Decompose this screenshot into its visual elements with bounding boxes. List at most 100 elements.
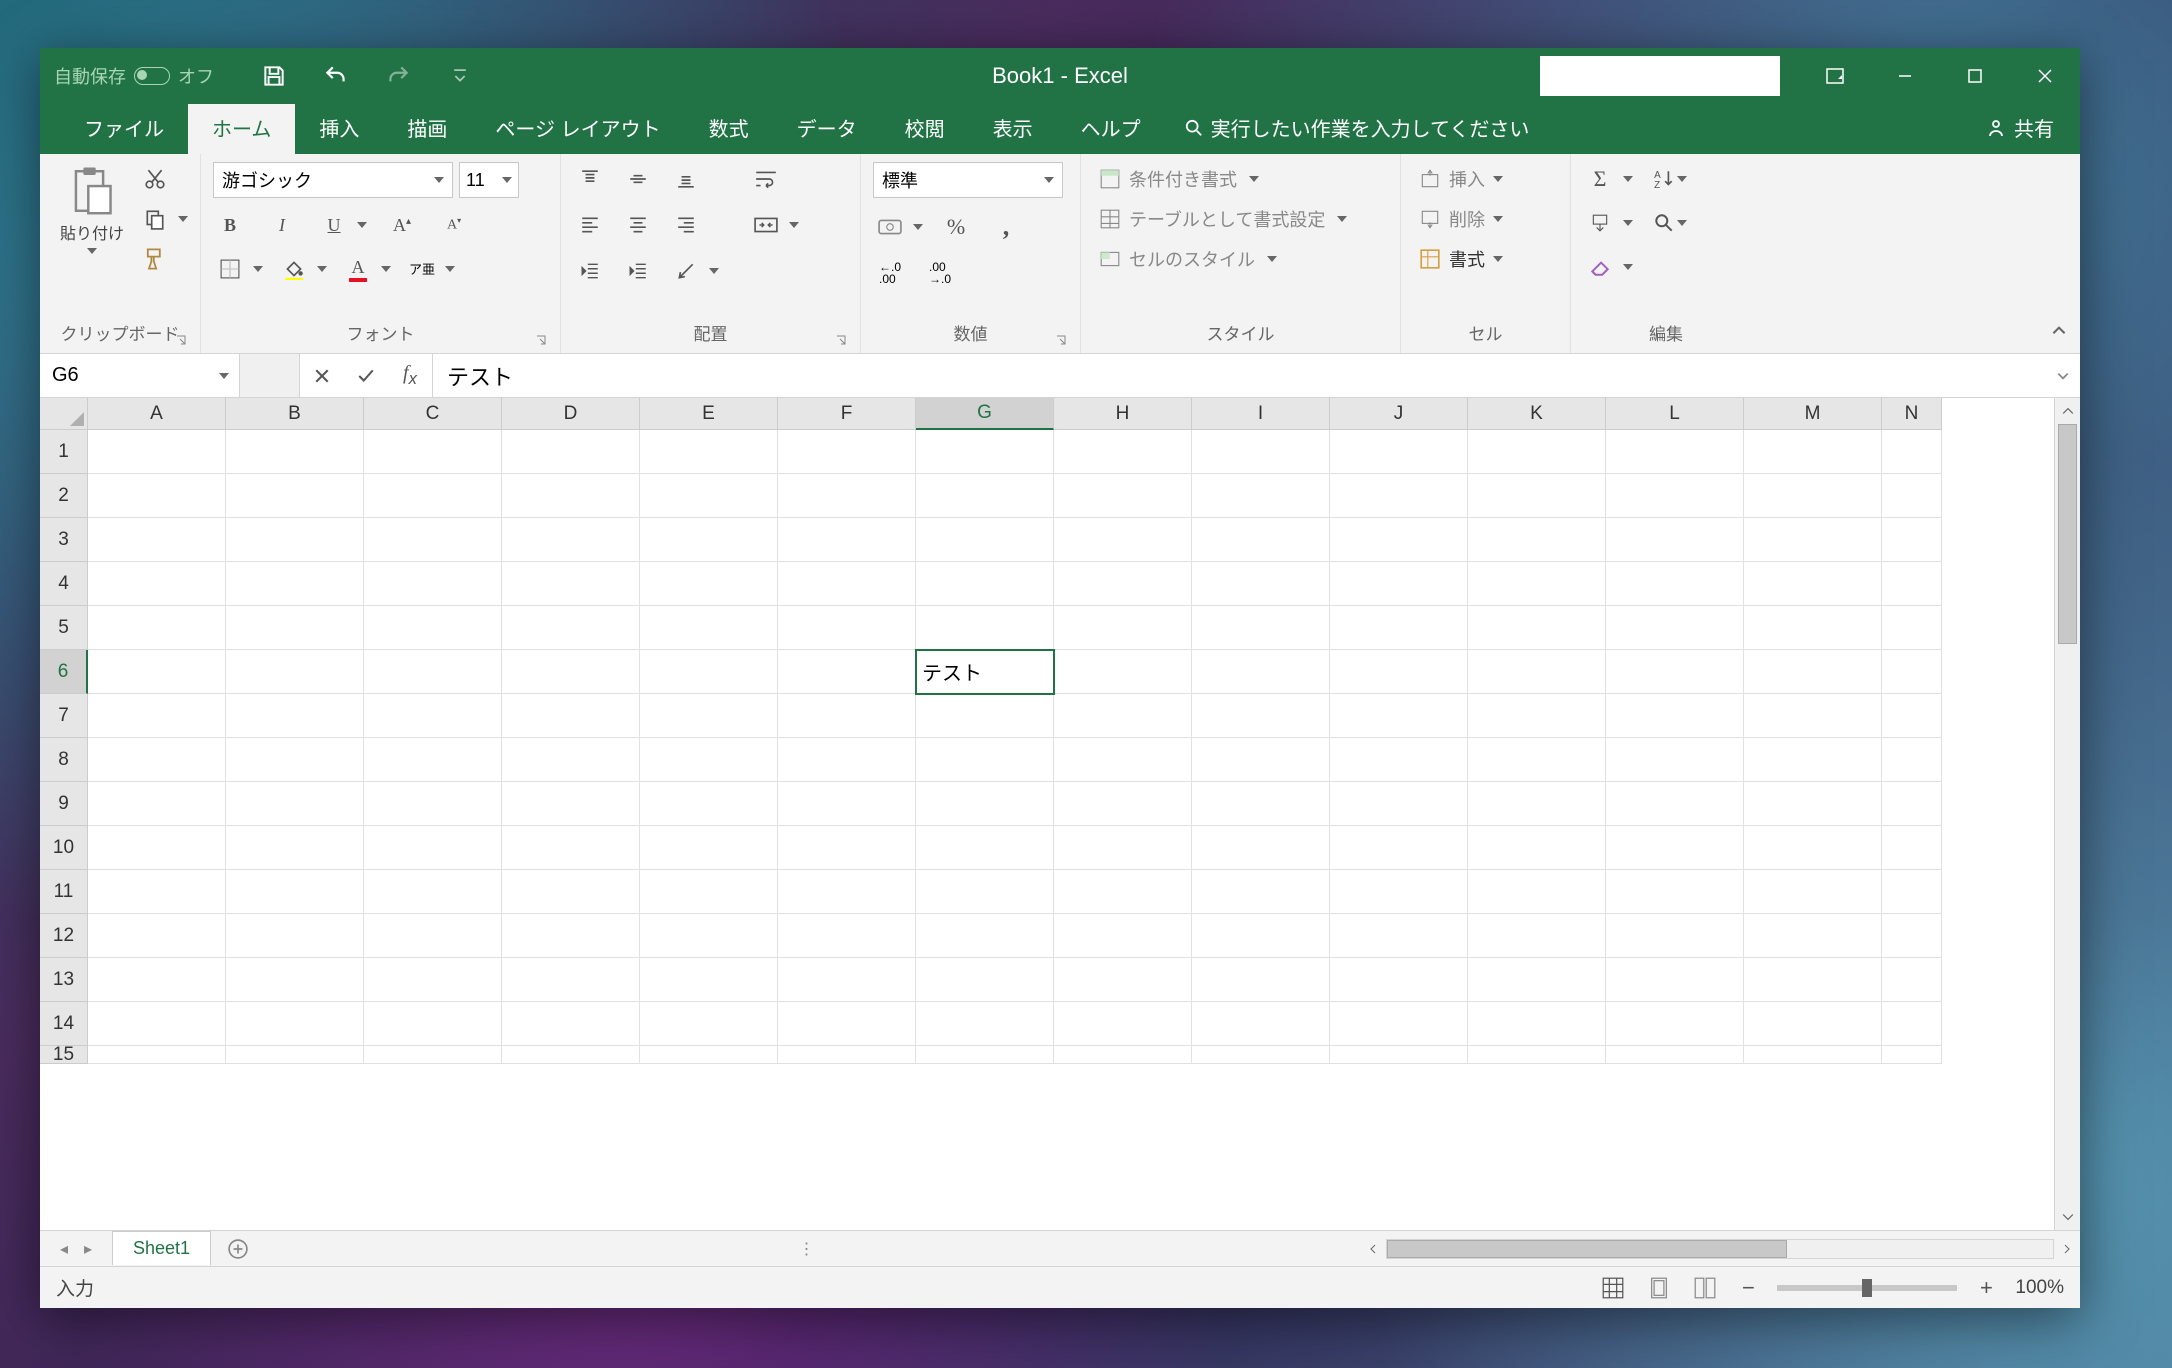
cell-N6[interactable] bbox=[1882, 650, 1942, 694]
chevron-down-icon[interactable] bbox=[381, 266, 391, 272]
cell-M2[interactable] bbox=[1744, 474, 1882, 518]
cell-N5[interactable] bbox=[1882, 606, 1942, 650]
clear-button[interactable] bbox=[1583, 250, 1617, 284]
cell-B10[interactable] bbox=[226, 826, 364, 870]
cell-K6[interactable] bbox=[1468, 650, 1606, 694]
cell-C2[interactable] bbox=[364, 474, 502, 518]
cell-C13[interactable] bbox=[364, 958, 502, 1002]
cell-M8[interactable] bbox=[1744, 738, 1882, 782]
minimize-button[interactable] bbox=[1870, 48, 1940, 104]
expand-formula-bar-button[interactable] bbox=[2056, 363, 2070, 389]
cell-F14[interactable] bbox=[778, 1002, 916, 1046]
cell-A8[interactable] bbox=[88, 738, 226, 782]
zoom-slider[interactable] bbox=[1777, 1285, 1957, 1291]
cell-H12[interactable] bbox=[1054, 914, 1192, 958]
zoom-level[interactable]: 100% bbox=[2015, 1277, 2064, 1299]
cell-D12[interactable] bbox=[502, 914, 640, 958]
cell-A15[interactable] bbox=[88, 1046, 226, 1064]
cell-N9[interactable] bbox=[1882, 782, 1942, 826]
italic-button[interactable]: I bbox=[265, 208, 299, 242]
cell-A11[interactable] bbox=[88, 870, 226, 914]
cell-E5[interactable] bbox=[640, 606, 778, 650]
row-header-14[interactable]: 14 bbox=[40, 1002, 88, 1046]
cell-C11[interactable] bbox=[364, 870, 502, 914]
cell-E1[interactable] bbox=[640, 430, 778, 474]
cell-K8[interactable] bbox=[1468, 738, 1606, 782]
tab-page-layout[interactable]: ページ レイアウト bbox=[471, 101, 684, 154]
cell-G4[interactable] bbox=[916, 562, 1054, 606]
cell-F3[interactable] bbox=[778, 518, 916, 562]
cell-K15[interactable] bbox=[1468, 1046, 1606, 1064]
cell-F11[interactable] bbox=[778, 870, 916, 914]
cell-D6[interactable] bbox=[502, 650, 640, 694]
cell-N14[interactable] bbox=[1882, 1002, 1942, 1046]
cell-M14[interactable] bbox=[1744, 1002, 1882, 1046]
cell-M3[interactable] bbox=[1744, 518, 1882, 562]
cell-H9[interactable] bbox=[1054, 782, 1192, 826]
cell-styles-button[interactable]: セルのスタイル bbox=[1093, 242, 1283, 276]
cell-H3[interactable] bbox=[1054, 518, 1192, 562]
cell-I10[interactable] bbox=[1192, 826, 1330, 870]
cell-C7[interactable] bbox=[364, 694, 502, 738]
cell-K13[interactable] bbox=[1468, 958, 1606, 1002]
title-search-box[interactable] bbox=[1540, 56, 1780, 96]
tell-me-search[interactable]: 実行したい作業を入力してください bbox=[1165, 101, 1550, 154]
sheet-nav-prev[interactable]: ◂ bbox=[54, 1239, 74, 1259]
cell-J8[interactable] bbox=[1330, 738, 1468, 782]
qat-customize-button[interactable] bbox=[444, 60, 476, 92]
cell-K7[interactable] bbox=[1468, 694, 1606, 738]
cell-C12[interactable] bbox=[364, 914, 502, 958]
zoom-slider-handle[interactable] bbox=[1862, 1279, 1872, 1297]
row-header-11[interactable]: 11 bbox=[40, 870, 88, 914]
cell-B5[interactable] bbox=[226, 606, 364, 650]
font-size-combo[interactable]: 11 bbox=[459, 162, 519, 198]
autosum-button[interactable]: Σ bbox=[1583, 162, 1617, 196]
cell-G13[interactable] bbox=[916, 958, 1054, 1002]
merge-center-button[interactable] bbox=[749, 208, 783, 242]
cell-I5[interactable] bbox=[1192, 606, 1330, 650]
cell-G6[interactable]: テスト bbox=[916, 650, 1054, 694]
new-sheet-button[interactable] bbox=[223, 1234, 253, 1264]
font-color-button[interactable]: A bbox=[341, 252, 375, 286]
vscroll-thumb[interactable] bbox=[2058, 424, 2077, 644]
cell-E4[interactable] bbox=[640, 562, 778, 606]
cell-K14[interactable] bbox=[1468, 1002, 1606, 1046]
fill-color-button[interactable] bbox=[277, 252, 311, 286]
cell-D5[interactable] bbox=[502, 606, 640, 650]
column-header-E[interactable]: E bbox=[640, 398, 778, 430]
ribbon-display-options-button[interactable] bbox=[1800, 48, 1870, 104]
cell-L2[interactable] bbox=[1606, 474, 1744, 518]
cell-J9[interactable] bbox=[1330, 782, 1468, 826]
cell-E3[interactable] bbox=[640, 518, 778, 562]
cell-D9[interactable] bbox=[502, 782, 640, 826]
cell-H14[interactable] bbox=[1054, 1002, 1192, 1046]
cell-G2[interactable] bbox=[916, 474, 1054, 518]
row-header-7[interactable]: 7 bbox=[40, 694, 88, 738]
cell-A9[interactable] bbox=[88, 782, 226, 826]
align-left-button[interactable] bbox=[573, 208, 607, 242]
page-break-view-button[interactable] bbox=[1691, 1274, 1719, 1302]
cell-K2[interactable] bbox=[1468, 474, 1606, 518]
redo-button[interactable] bbox=[382, 60, 414, 92]
wrap-text-button[interactable] bbox=[749, 162, 783, 196]
cell-K3[interactable] bbox=[1468, 518, 1606, 562]
delete-cells-button[interactable]: 削除 bbox=[1413, 202, 1509, 236]
cell-E15[interactable] bbox=[640, 1046, 778, 1064]
cell-M6[interactable] bbox=[1744, 650, 1882, 694]
cell-E12[interactable] bbox=[640, 914, 778, 958]
format-cells-button[interactable]: 書式 bbox=[1413, 242, 1509, 276]
cell-A6[interactable] bbox=[88, 650, 226, 694]
cell-F6[interactable] bbox=[778, 650, 916, 694]
cell-I3[interactable] bbox=[1192, 518, 1330, 562]
name-box[interactable]: G6 bbox=[40, 354, 240, 397]
cell-J4[interactable] bbox=[1330, 562, 1468, 606]
cell-C15[interactable] bbox=[364, 1046, 502, 1064]
sheet-nav-next[interactable]: ▸ bbox=[78, 1239, 98, 1259]
cell-J13[interactable] bbox=[1330, 958, 1468, 1002]
cell-J14[interactable] bbox=[1330, 1002, 1468, 1046]
cell-F10[interactable] bbox=[778, 826, 916, 870]
cell-F2[interactable] bbox=[778, 474, 916, 518]
row-header-6[interactable]: 6 bbox=[40, 650, 88, 694]
column-header-K[interactable]: K bbox=[1468, 398, 1606, 430]
tab-scroll-splitter[interactable]: ⋮ bbox=[802, 1235, 812, 1263]
